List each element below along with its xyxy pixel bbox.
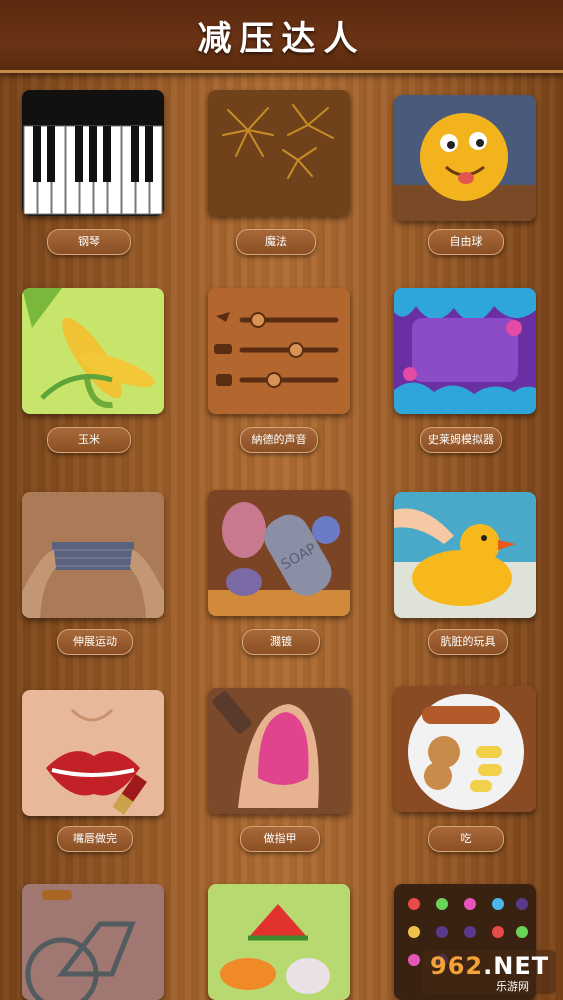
- game-label-lips[interactable]: 嘴唇做完: [57, 826, 133, 852]
- site-watermark: 962.NET 乐游网: [422, 950, 556, 994]
- game-tile-nail[interactable]: [208, 688, 350, 814]
- piano-keys-icon: [22, 90, 164, 216]
- game-label-dirty[interactable]: 肮脏的玩具: [428, 629, 508, 655]
- game-tile-bike[interactable]: [22, 884, 164, 1000]
- game-tile-stretch[interactable]: [22, 492, 164, 618]
- soap-plating-icon: SOAP: [208, 490, 350, 616]
- app-header: 减压达人: [0, 0, 563, 73]
- watermark-logo: 962.NET: [430, 952, 550, 980]
- game-tile-lips[interactable]: [22, 690, 164, 816]
- stretch-fabric-icon: [22, 492, 164, 618]
- corn-icon: [22, 288, 164, 414]
- rubber-duck-icon: [394, 492, 536, 618]
- game-tile-corn[interactable]: [22, 288, 164, 414]
- game-label-magic[interactable]: 魔法: [236, 229, 316, 255]
- game-tile-eat[interactable]: [394, 686, 536, 812]
- game-tile-slime[interactable]: [394, 288, 536, 414]
- game-tile-sound[interactable]: [208, 288, 350, 414]
- page-title: 减压达人: [197, 18, 366, 59]
- emoji-ball-icon: [394, 95, 536, 221]
- food-plate-icon: [394, 686, 536, 812]
- game-label-nail[interactable]: 做指甲: [240, 826, 320, 852]
- fireworks-icon: [208, 90, 350, 216]
- game-label-slime[interactable]: 史莱姆模拟器: [420, 427, 502, 453]
- game-tile-piano[interactable]: [22, 90, 164, 216]
- watermark-site-name: 乐游网: [496, 980, 529, 993]
- game-label-sound[interactable]: 納德的声音: [240, 427, 318, 453]
- game-tile-dirty[interactable]: [394, 492, 536, 618]
- fruit-icon: [208, 884, 350, 1000]
- game-tile-fruit[interactable]: [208, 884, 350, 1000]
- sound-sliders-icon: [208, 288, 350, 414]
- game-label-eat[interactable]: 吃: [428, 826, 504, 852]
- lipstick-icon: [22, 690, 164, 816]
- bicycle-icon: [22, 884, 164, 1000]
- game-tile-plating[interactable]: SOAP: [208, 490, 350, 616]
- game-label-stretch[interactable]: 伸展运动: [57, 629, 133, 655]
- nail-polish-icon: [208, 688, 350, 814]
- game-label-piano[interactable]: 钢琴: [47, 229, 131, 255]
- slime-icon: [394, 288, 536, 414]
- game-tile-magic[interactable]: [208, 90, 350, 216]
- game-label-plating[interactable]: 濺镀: [242, 629, 320, 655]
- game-tile-ball[interactable]: [394, 95, 536, 221]
- game-label-corn[interactable]: 玉米: [47, 427, 131, 453]
- game-label-ball[interactable]: 自由球: [428, 229, 504, 255]
